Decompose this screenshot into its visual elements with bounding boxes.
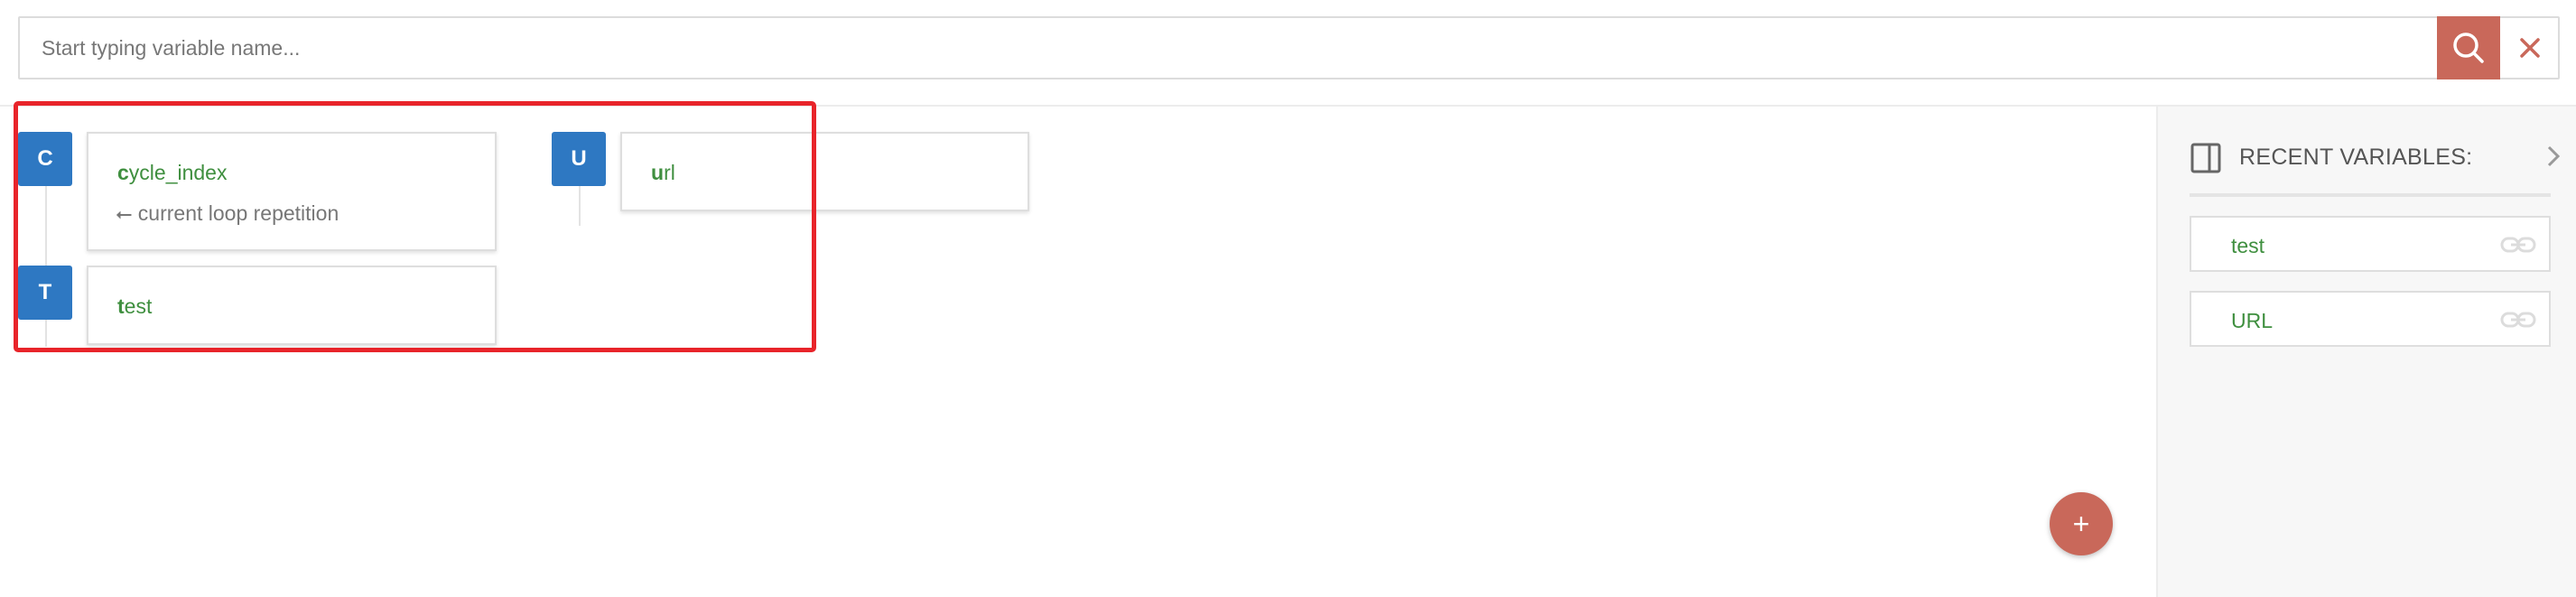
recent-item-label: test [2231, 234, 2265, 257]
chevron-right-icon[interactable] [2544, 143, 2562, 170]
recent-item-url[interactable]: URL [2190, 291, 2551, 347]
recent-variables-panel: RECENT VARIABLES: test URL [2156, 107, 2576, 597]
link-icon[interactable] [2500, 234, 2536, 256]
highlight-box [14, 101, 816, 352]
recent-item-test[interactable]: test [2190, 216, 2551, 272]
panel-divider [2190, 193, 2551, 197]
panel-title: RECENT VARIABLES: [2239, 145, 2473, 170]
add-variable-button[interactable]: + [2050, 492, 2113, 555]
panel-layout-icon[interactable] [2190, 143, 2221, 173]
search-button[interactable] [2437, 16, 2500, 79]
search-icon [2453, 33, 2484, 63]
recent-item-label: URL [2231, 309, 2274, 332]
search-input[interactable] [20, 18, 2437, 78]
close-icon [2520, 38, 2540, 58]
search-bar [18, 16, 2560, 79]
link-icon[interactable] [2500, 309, 2536, 331]
clear-search-button[interactable] [2500, 18, 2560, 78]
